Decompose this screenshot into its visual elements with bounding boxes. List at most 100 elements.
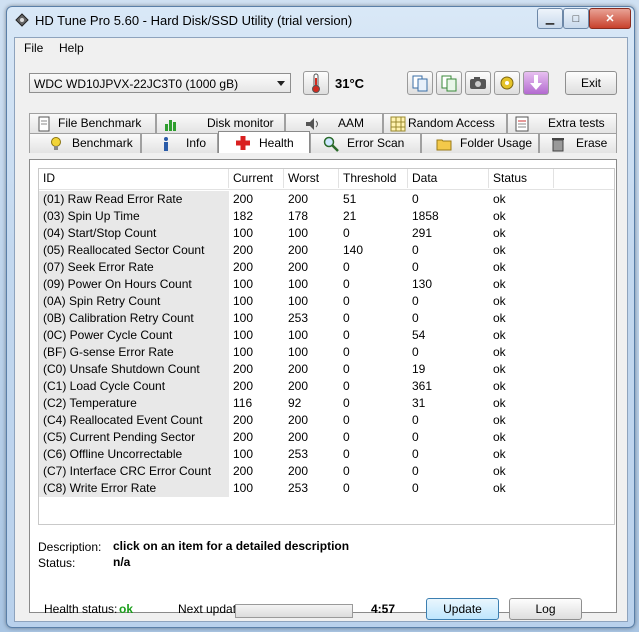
cell-id: (C1) Load Cycle Count bbox=[39, 378, 229, 395]
drive-select-value: WDC WD10JPVX-22JC3T0 (1000 gB) bbox=[34, 77, 239, 91]
table-row[interactable]: (0A) Spin Retry Count 100 100 0 0 ok bbox=[39, 293, 614, 310]
cell-data: 0 bbox=[412, 464, 419, 478]
cell-worst: 100 bbox=[288, 226, 309, 240]
temperature-button[interactable] bbox=[303, 71, 329, 95]
cell-status: ok bbox=[493, 413, 506, 427]
copy-all-button[interactable] bbox=[436, 71, 462, 95]
tab-erase[interactable]: Erase bbox=[539, 133, 617, 153]
table-row[interactable]: (C4) Reallocated Event Count 200 200 0 0 ok bbox=[39, 412, 614, 429]
cell-id: (C2) Temperature bbox=[39, 395, 229, 412]
maximize-button[interactable]: □ bbox=[563, 8, 589, 29]
table-row[interactable]: (01) Raw Read Error Rate 200 200 51 0 ok bbox=[39, 191, 614, 208]
cell-current: 100 bbox=[233, 226, 254, 240]
cell-status: ok bbox=[493, 464, 506, 478]
menu-help[interactable]: Help bbox=[59, 41, 84, 55]
col-header-id[interactable]: ID bbox=[39, 169, 229, 188]
update-progress-bar bbox=[235, 604, 353, 618]
table-row[interactable]: (0B) Calibration Retry Count 100 253 0 0 ok bbox=[39, 310, 614, 327]
table-row[interactable]: (03) Spin Up Time 182 178 21 1858 ok bbox=[39, 208, 614, 225]
cell-status: ok bbox=[493, 226, 506, 240]
cell-threshold: 0 bbox=[343, 294, 350, 308]
tab-folder-usage[interactable]: Folder Usage bbox=[421, 133, 539, 153]
grid-icon bbox=[390, 116, 406, 132]
cell-id: (03) Spin Up Time bbox=[39, 208, 229, 225]
table-row[interactable]: (0C) Power Cycle Count 100 100 0 54 ok bbox=[39, 327, 614, 344]
cell-threshold: 21 bbox=[343, 209, 357, 223]
tab-random-access[interactable]: Random Access bbox=[383, 113, 507, 133]
tab-aam[interactable]: AAM bbox=[285, 113, 383, 133]
cell-status: ok bbox=[493, 328, 506, 342]
tab-row-top: File Benchmark Disk monitor AAM Random A… bbox=[29, 113, 617, 133]
tab-info[interactable]: Info bbox=[141, 133, 218, 153]
table-row[interactable]: (C8) Write Error Rate 100 253 0 0 ok bbox=[39, 480, 614, 497]
tab-benchmark[interactable]: Benchmark bbox=[29, 133, 141, 153]
cell-worst: 200 bbox=[288, 464, 309, 478]
client-area: File Help WDC WD10JPVX-22JC3T0 (1000 gB)… bbox=[14, 37, 628, 622]
update-button[interactable]: Update bbox=[426, 598, 499, 620]
table-row[interactable]: (C1) Load Cycle Count 200 200 0 361 ok bbox=[39, 378, 614, 395]
col-header-status[interactable]: Status bbox=[489, 169, 554, 188]
table-row[interactable]: (07) Seek Error Rate 200 200 0 0 ok bbox=[39, 259, 614, 276]
options-button[interactable] bbox=[494, 71, 520, 95]
copy-info-button[interactable] bbox=[407, 71, 433, 95]
lightbulb-icon bbox=[51, 137, 61, 150]
col-header-current[interactable]: Current bbox=[229, 169, 284, 188]
title-bar[interactable]: HD Tune Pro 5.60 - Hard Disk/SSD Utility… bbox=[7, 7, 634, 33]
cell-id: (C7) Interface CRC Error Count bbox=[39, 463, 229, 480]
cell-worst: 200 bbox=[288, 430, 309, 444]
cell-threshold: 0 bbox=[343, 396, 350, 410]
cell-worst: 200 bbox=[288, 243, 309, 257]
col-header-data[interactable]: Data bbox=[408, 169, 489, 188]
table-row[interactable]: (C7) Interface CRC Error Count 200 200 0 0 ok bbox=[39, 463, 614, 480]
minimize-button[interactable]: ▁ bbox=[537, 8, 563, 29]
table-row[interactable]: (09) Power On Hours Count 100 100 0 130 ok bbox=[39, 276, 614, 293]
cell-id: (0C) Power Cycle Count bbox=[39, 327, 229, 344]
tab-label: Health bbox=[259, 136, 294, 150]
tab-row-bottom: Benchmark Info Health Error Scan Folder … bbox=[29, 131, 617, 153]
magnifier-icon bbox=[323, 136, 339, 152]
cell-worst: 200 bbox=[288, 362, 309, 376]
smart-table[interactable]: ID Current Worst Threshold Data Status (… bbox=[38, 168, 615, 525]
cell-worst: 200 bbox=[288, 260, 309, 274]
cell-worst: 200 bbox=[288, 192, 309, 206]
table-row[interactable]: (05) Reallocated Sector Count 200 200 140 0 o… bbox=[39, 242, 614, 259]
table-row[interactable]: (C2) Temperature 116 92 0 31 ok bbox=[39, 395, 614, 412]
cell-id: (0A) Spin Retry Count bbox=[39, 293, 229, 310]
cell-data: 19 bbox=[412, 362, 426, 376]
cell-worst: 100 bbox=[288, 328, 309, 342]
cell-data: 361 bbox=[412, 379, 433, 393]
health-cross-icon bbox=[236, 136, 250, 150]
tab-label: AAM bbox=[338, 116, 365, 130]
cell-id: (07) Seek Error Rate bbox=[39, 259, 229, 276]
exit-button[interactable]: Exit bbox=[565, 71, 617, 95]
col-header-threshold[interactable]: Threshold bbox=[339, 169, 408, 188]
tab-error-scan[interactable]: Error Scan bbox=[310, 133, 421, 153]
table-row[interactable]: (C6) Offline Uncorrectable 100 253 0 0 ok bbox=[39, 446, 614, 463]
cell-status: ok bbox=[493, 430, 506, 444]
drive-select[interactable]: WDC WD10JPVX-22JC3T0 (1000 gB) bbox=[29, 73, 291, 93]
tab-health[interactable]: Health bbox=[218, 131, 310, 153]
cell-data: 0 bbox=[412, 243, 419, 257]
menu-file[interactable]: File bbox=[24, 41, 43, 55]
screenshot-button[interactable] bbox=[465, 71, 491, 95]
table-row[interactable]: (04) Start/Stop Count 100 100 0 291 ok bbox=[39, 225, 614, 242]
save-button[interactable] bbox=[523, 71, 549, 95]
table-row[interactable]: (BF) G-sense Error Rate 100 100 0 0 ok bbox=[39, 344, 614, 361]
description-label: Description: bbox=[38, 540, 102, 554]
cell-data: 0 bbox=[412, 311, 419, 325]
table-row[interactable]: (C0) Unsafe Shutdown Count 200 200 0 19 ok bbox=[39, 361, 614, 378]
tab-label: Folder Usage bbox=[460, 136, 533, 150]
cell-id: (C8) Write Error Rate bbox=[39, 480, 229, 497]
cell-status: ok bbox=[493, 362, 506, 376]
col-header-worst[interactable]: Worst bbox=[284, 169, 339, 188]
cell-status: ok bbox=[493, 192, 506, 206]
table-row[interactable]: (C5) Current Pending Sector 200 200 0 0 ok bbox=[39, 429, 614, 446]
bar-chart-icon bbox=[165, 120, 176, 131]
tab-disk-monitor[interactable]: Disk monitor bbox=[156, 113, 285, 133]
log-button[interactable]: Log bbox=[509, 598, 582, 620]
cell-worst: 253 bbox=[288, 311, 309, 325]
cell-id: (C0) Unsafe Shutdown Count bbox=[39, 361, 229, 378]
tab-file-benchmark[interactable]: File Benchmark bbox=[29, 113, 156, 133]
close-button[interactable]: ✕ bbox=[589, 8, 631, 29]
tab-extra-tests[interactable]: Extra tests bbox=[507, 113, 617, 133]
